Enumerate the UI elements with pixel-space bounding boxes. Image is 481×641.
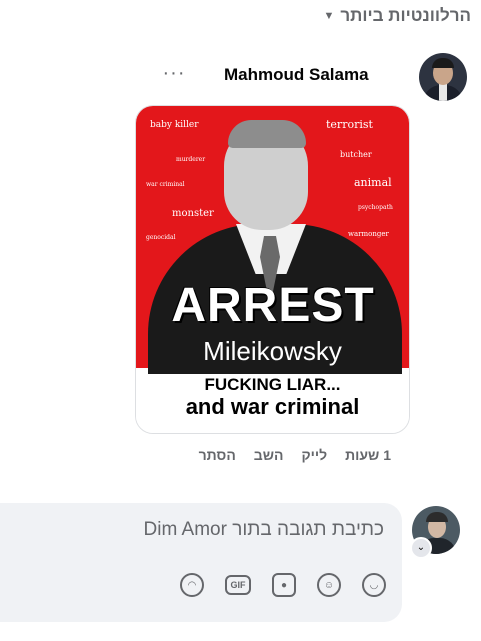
emoji-icon[interactable]: ☺ — [317, 573, 341, 597]
more-options-icon[interactable]: ··· — [160, 60, 188, 88]
reply-placeholder[interactable]: כתיבת תגובה בתור Dim Amor — [144, 519, 384, 541]
poster-caption-line1: FUCKING LIAR... — [204, 375, 341, 394]
reply-button[interactable]: השב — [254, 447, 284, 463]
sort-label: הרלוונטיות ביותר — [340, 6, 471, 25]
composer-tools: ◠ GIF ● ☺ ◡ — [180, 573, 386, 597]
comment-timestamp[interactable]: 1 שעות — [345, 447, 391, 463]
chevron-down-icon[interactable]: ⌄ — [410, 537, 432, 559]
poster-word: war criminal — [146, 181, 185, 188]
poster-name: Mileikowsky — [203, 336, 342, 366]
sort-dropdown[interactable]: הרלוונטיות ביותר ▼ — [323, 6, 471, 26]
avatar-sticker-icon[interactable]: ◡ — [362, 573, 386, 597]
commenter-avatar[interactable] — [419, 53, 467, 101]
poster-word: baby killer — [150, 120, 199, 130]
poster-word: psychopath — [358, 204, 393, 211]
poster-word: murderer — [176, 156, 206, 163]
poster-word: butcher — [340, 150, 372, 159]
poster-word: warmonger — [348, 230, 389, 238]
chevron-down-icon: ▼ — [323, 10, 335, 22]
comment-image[interactable]: baby killer terrorist murderer butcher w… — [135, 105, 410, 434]
gif-icon[interactable]: GIF — [225, 575, 251, 595]
camera-icon[interactable]: ● — [272, 573, 296, 597]
poster-caption-line2: and war criminal — [185, 394, 360, 419]
sticker-icon[interactable]: ◠ — [180, 573, 204, 597]
comment-actions: 1 שעות לייק השב הסתר — [199, 447, 391, 463]
poster-word: genocidal — [146, 234, 176, 241]
hide-button[interactable]: הסתר — [199, 447, 236, 463]
comment-author[interactable]: Mahmoud Salama — [224, 65, 369, 85]
poster-word: monster — [172, 208, 214, 219]
poster-headline: ARREST — [171, 279, 375, 332]
poster-word: animal — [354, 176, 392, 189]
like-button[interactable]: לייק — [302, 447, 328, 463]
poster-word: terrorist — [326, 118, 373, 131]
